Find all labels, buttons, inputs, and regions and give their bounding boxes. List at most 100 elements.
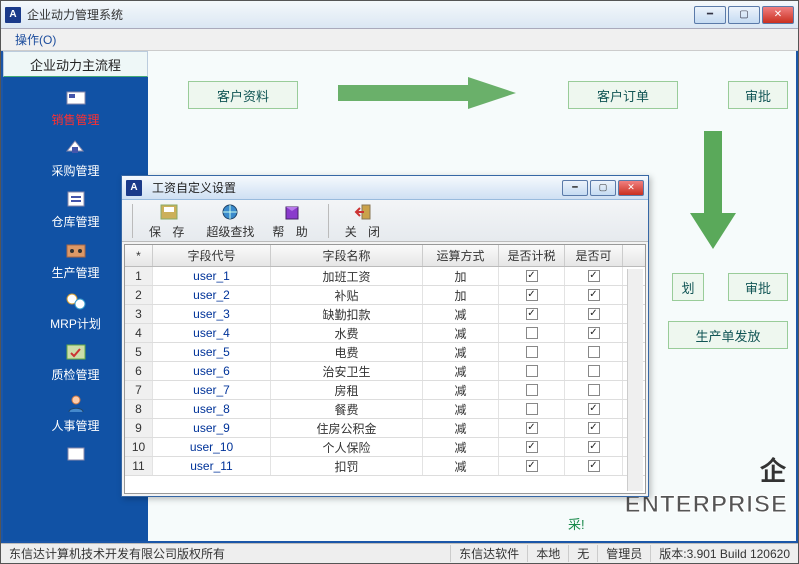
cell-calc[interactable]: 减 [423,381,499,399]
cell-name[interactable]: 缺勤扣款 [271,305,423,323]
cell-enable[interactable] [565,343,623,361]
dialog-minimize-button[interactable]: ━ [562,180,588,196]
cell-calc[interactable]: 减 [423,400,499,418]
cell-name[interactable]: 治安卫生 [271,362,423,380]
table-row[interactable]: 11user_11扣罚减 [125,457,645,476]
cell-calc[interactable]: 减 [423,324,499,342]
col-star[interactable]: * [125,245,153,266]
cell-enable[interactable] [565,457,623,475]
cell-name[interactable]: 补贴 [271,286,423,304]
cell-tax[interactable] [499,457,565,475]
table-row[interactable]: 2user_2补贴加 [125,286,645,305]
maximize-button[interactable]: ▢ [728,6,760,24]
help-button[interactable]: 帮 助 [268,200,315,242]
checkbox-enable[interactable] [588,460,600,472]
checkbox-enable[interactable] [588,289,600,301]
bg-box-approve[interactable]: 审批 [728,81,788,109]
minimize-button[interactable]: ━ [694,6,726,24]
cell-tax[interactable] [499,305,565,323]
cell-code[interactable]: user_9 [153,419,271,437]
table-row[interactable]: 8user_8餐费减 [125,400,645,419]
cell-calc[interactable]: 加 [423,267,499,285]
cell-code[interactable]: user_10 [153,438,271,456]
checkbox-tax[interactable] [526,403,538,415]
super-search-button[interactable]: 超级查找 [202,200,258,242]
col-enable[interactable]: 是否可 [565,245,623,266]
cell-enable[interactable] [565,286,623,304]
sidebar-item-0[interactable]: 销售管理 [3,85,148,128]
cell-name[interactable]: 加班工资 [271,267,423,285]
save-button[interactable]: 保 存 [145,200,192,242]
cell-code[interactable]: user_2 [153,286,271,304]
cell-enable[interactable] [565,324,623,342]
table-row[interactable]: 7user_7房租减 [125,381,645,400]
cell-calc[interactable]: 减 [423,438,499,456]
cell-tax[interactable] [499,419,565,437]
cell-tax[interactable] [499,324,565,342]
dialog-close-button[interactable]: ✕ [618,180,644,196]
cell-name[interactable]: 住房公积金 [271,419,423,437]
table-row[interactable]: 5user_5电费减 [125,343,645,362]
checkbox-tax[interactable] [526,422,538,434]
cell-code[interactable]: user_7 [153,381,271,399]
checkbox-enable[interactable] [588,384,600,396]
cell-enable[interactable] [565,381,623,399]
checkbox-tax[interactable] [526,308,538,320]
cell-code[interactable]: user_1 [153,267,271,285]
cell-calc[interactable]: 减 [423,419,499,437]
cell-tax[interactable] [499,381,565,399]
checkbox-tax[interactable] [526,327,538,339]
table-row[interactable]: 3user_3缺勤扣款减 [125,305,645,324]
cell-tax[interactable] [499,286,565,304]
checkbox-tax[interactable] [526,365,538,377]
checkbox-enable[interactable] [588,270,600,282]
cell-name[interactable]: 房租 [271,381,423,399]
bg-box-customer[interactable]: 客户资料 [188,81,298,109]
bg-box-plan[interactable]: 划 [672,273,704,301]
menu-operate[interactable]: 操作(O) [9,29,62,50]
cell-enable[interactable] [565,305,623,323]
checkbox-tax[interactable] [526,460,538,472]
cell-enable[interactable] [565,362,623,380]
cell-name[interactable]: 水费 [271,324,423,342]
cell-code[interactable]: user_11 [153,457,271,475]
cell-enable[interactable] [565,419,623,437]
checkbox-enable[interactable] [588,441,600,453]
cell-name[interactable]: 个人保险 [271,438,423,456]
close-toolbar-button[interactable]: 关 闭 [341,200,388,242]
table-row[interactable]: 1user_1加班工资加 [125,267,645,286]
close-button[interactable]: ✕ [762,6,794,24]
checkbox-enable[interactable] [588,365,600,377]
col-code[interactable]: 字段代号 [153,245,271,266]
cell-calc[interactable]: 减 [423,457,499,475]
cell-calc[interactable]: 加 [423,286,499,304]
cell-enable[interactable] [565,400,623,418]
cell-tax[interactable] [499,267,565,285]
checkbox-tax[interactable] [526,384,538,396]
cell-name[interactable]: 扣罚 [271,457,423,475]
checkbox-tax[interactable] [526,441,538,453]
table-row[interactable]: 6user_6治安卫生减 [125,362,645,381]
cell-calc[interactable]: 减 [423,362,499,380]
col-calc[interactable]: 运算方式 [423,245,499,266]
cell-code[interactable]: user_6 [153,362,271,380]
cell-code[interactable]: user_5 [153,343,271,361]
checkbox-tax[interactable] [526,289,538,301]
bg-box-approve2[interactable]: 审批 [728,273,788,301]
cell-calc[interactable]: 减 [423,343,499,361]
cell-code[interactable]: user_4 [153,324,271,342]
bg-box-prod-release[interactable]: 生产单发放 [668,321,788,349]
checkbox-tax[interactable] [526,346,538,358]
col-name[interactable]: 字段名称 [271,245,423,266]
checkbox-tax[interactable] [526,270,538,282]
checkbox-enable[interactable] [588,422,600,434]
checkbox-enable[interactable] [588,308,600,320]
cell-code[interactable]: user_8 [153,400,271,418]
dialog-titlebar[interactable]: A 工资自定义设置 ━ ▢ ✕ [122,176,648,200]
checkbox-enable[interactable] [588,403,600,415]
table-row[interactable]: 10user_10个人保险减 [125,438,645,457]
cell-tax[interactable] [499,400,565,418]
cell-enable[interactable] [565,438,623,456]
cell-code[interactable]: user_3 [153,305,271,323]
checkbox-enable[interactable] [588,346,600,358]
